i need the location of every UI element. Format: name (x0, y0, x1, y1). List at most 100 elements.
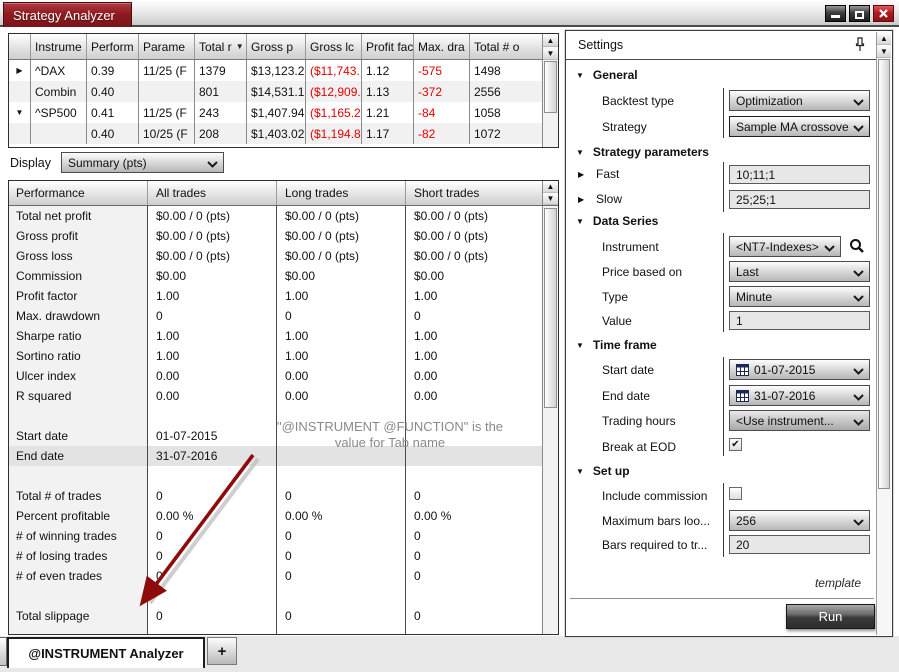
include-commission-checkbox[interactable] (729, 487, 742, 500)
template-link[interactable]: template (815, 576, 861, 590)
strategy-dropdown[interactable]: Sample MA crossove (729, 116, 870, 137)
perf-row[interactable]: Ulcer index 0.00 0.00 0.00 (9, 366, 558, 386)
maximize-button[interactable] (849, 5, 870, 22)
section-set-up[interactable]: ▼ Set up (576, 464, 630, 478)
scroll-up-icon[interactable]: ▲ (877, 32, 891, 45)
trading-hours-dropdown[interactable]: <Use instrument... (729, 410, 870, 431)
expand-icon[interactable]: ▶ (578, 170, 584, 179)
section-data-series[interactable]: ▼ Data Series (576, 214, 658, 228)
results-row-sp500[interactable]: ▼ ^SP500 0.41 11/25 (F 243 $1,407.94 ($1… (9, 102, 558, 123)
scrollbar-track[interactable] (543, 60, 558, 144)
start-date-label: Start date (602, 363, 655, 377)
display-dropdown[interactable]: Summary (pts) (61, 152, 224, 173)
break-at-eod-checkbox[interactable]: ✔ (729, 438, 742, 451)
results-grid-scrollbar[interactable]: ▲ ▼ (542, 34, 558, 147)
cell-parameters (139, 81, 195, 102)
slow-input[interactable] (729, 190, 870, 209)
cell-gross-loss: ($1,165.2 (306, 102, 362, 123)
backtest-type-value: Optimization (736, 93, 803, 108)
column-header-performance[interactable]: Perform (87, 34, 139, 59)
pin-icon[interactable] (854, 37, 866, 52)
trading-hours-label: Trading hours (602, 414, 676, 428)
section-strategy-parameters[interactable]: ▼ Strategy parameters (576, 145, 709, 159)
perf-short: 1.00 (405, 346, 558, 366)
perf-row[interactable]: Max. drawdown 0 0 0 (9, 306, 558, 326)
perf-row[interactable]: R squared 0.00 0.00 0.00 (9, 386, 558, 406)
scroll-down-icon[interactable]: ▼ (543, 47, 558, 60)
column-header-gross-profit[interactable]: Gross p (247, 34, 306, 59)
perf-row[interactable]: Total slippage 0 0 0 (9, 606, 558, 626)
column-header-profit-factor[interactable]: Profit fac (362, 34, 414, 59)
expand-icon[interactable]: ▶ (578, 195, 584, 204)
column-header-total-sorted[interactable]: Total r ▼ (195, 34, 247, 59)
start-date-picker[interactable]: 01-07-2015 (729, 359, 870, 380)
minimize-button[interactable] (825, 5, 846, 22)
scroll-up-icon[interactable]: ▲ (543, 181, 558, 193)
maximum-bars-dropdown[interactable]: 256 (729, 510, 870, 531)
price-based-on-label: Price based on (602, 265, 683, 279)
perf-short (405, 466, 558, 486)
section-time-frame[interactable]: ▼ Time frame (576, 338, 657, 352)
perf-row[interactable]: Profit factor 1.00 1.00 1.00 (9, 286, 558, 306)
perf-row[interactable]: Total # of trades 0 0 0 (9, 486, 558, 506)
perf-row[interactable]: Percent profitable 0.00 % 0.00 % 0.00 % (9, 506, 558, 526)
perf-row[interactable]: Total net profit $0.00 / 0 (pts) $0.00 / 0… (9, 206, 558, 226)
bars-required-input[interactable] (729, 535, 870, 554)
column-header-gross-loss[interactable]: Gross lc (306, 34, 362, 59)
window-title-tab[interactable]: Strategy Analyzer (3, 2, 132, 27)
scrollbar-thumb[interactable] (544, 208, 557, 408)
search-icon[interactable] (849, 238, 865, 254)
perf-row[interactable]: # of winning trades 0 0 0 (9, 526, 558, 546)
chevron-down-icon (207, 161, 218, 168)
end-date-value: 31-07-2016 (754, 388, 816, 403)
settings-panel-title: Settings (578, 38, 624, 52)
scrollbar-track[interactable] (877, 58, 891, 628)
column-header-max-drawdown[interactable]: Max. dra (414, 34, 470, 59)
minimize-icon (831, 15, 840, 18)
row-expand-icon[interactable]: ▶ (16, 66, 22, 75)
scroll-down-icon[interactable]: ▼ (543, 193, 558, 205)
scroll-up-icon[interactable]: ▲ (543, 34, 558, 47)
perf-all: $0.00 (147, 266, 276, 286)
perf-row[interactable]: Gross profit $0.00 / 0 (pts) $0.00 / 0 (pt… (9, 226, 558, 246)
settings-scrollbar[interactable]: ▲ ▼ (876, 32, 891, 635)
column-header-parameters[interactable]: Parame (139, 34, 195, 59)
add-tab-button[interactable]: + (207, 637, 237, 665)
row-collapse-icon[interactable]: ▼ (16, 108, 24, 117)
backtest-type-dropdown[interactable]: Optimization (729, 90, 870, 111)
results-row-combined[interactable]: Combin 0.40 801 $14,531.1 ($12,909. 1.13… (9, 81, 558, 102)
fast-input[interactable] (729, 165, 870, 184)
scrollbar-thumb[interactable] (878, 59, 890, 489)
fast-label: Fast (596, 167, 620, 181)
column-header-instrument[interactable]: Instrume (31, 34, 87, 59)
section-general[interactable]: ▼ General (576, 68, 638, 82)
type-dropdown[interactable]: Minute (729, 286, 870, 307)
results-row-sp500-child[interactable]: 0.40 10/25 (F 208 $1,403.02 ($1,194.8 1.… (9, 123, 558, 144)
tab-instrument-analyzer[interactable]: @INSTRUMENT Analyzer (7, 637, 205, 668)
run-button[interactable]: Run (786, 604, 875, 629)
tab-partial[interactable] (0, 637, 7, 666)
perf-row[interactable]: # of losing trades 0 0 0 (9, 546, 558, 566)
column-header-long-trades: Long trades (276, 181, 405, 205)
cell-total: 801 (195, 81, 247, 102)
backtest-type-label: Backtest type (602, 94, 675, 108)
perf-row[interactable]: # of even trades 0 0 0 (9, 566, 558, 586)
performance-grid-scrollbar[interactable] (542, 206, 558, 634)
perf-row[interactable]: Gross loss $0.00 / 0 (pts) $0.00 / 0 (pts)… (9, 246, 558, 266)
column-header-short-trades: Short trades (405, 181, 542, 205)
scroll-down-icon[interactable]: ▼ (877, 45, 891, 58)
scrollbar-thumb[interactable] (544, 61, 557, 113)
cell-gross-loss: ($1,194.8 (306, 123, 362, 144)
close-button[interactable] (873, 5, 894, 22)
perf-label: Total # of trades (9, 486, 147, 506)
end-date-picker[interactable]: 31-07-2016 (729, 385, 870, 406)
performance-scroll-arrows[interactable]: ▲ ▼ (542, 181, 558, 205)
price-based-on-dropdown[interactable]: Last (729, 261, 870, 282)
perf-row[interactable]: Commission $0.00 $0.00 $0.00 (9, 266, 558, 286)
instrument-dropdown[interactable]: <NT7-Indexes> (729, 236, 841, 257)
perf-row[interactable]: Sharpe ratio 1.00 1.00 1.00 (9, 326, 558, 346)
perf-row[interactable]: Sortino ratio 1.00 1.00 1.00 (9, 346, 558, 366)
value-input[interactable] (729, 311, 870, 330)
results-row-dax[interactable]: ▶ ^DAX 0.39 11/25 (F 1379 $13,123.2 ($11… (9, 60, 558, 81)
label-control-separator (723, 483, 724, 557)
